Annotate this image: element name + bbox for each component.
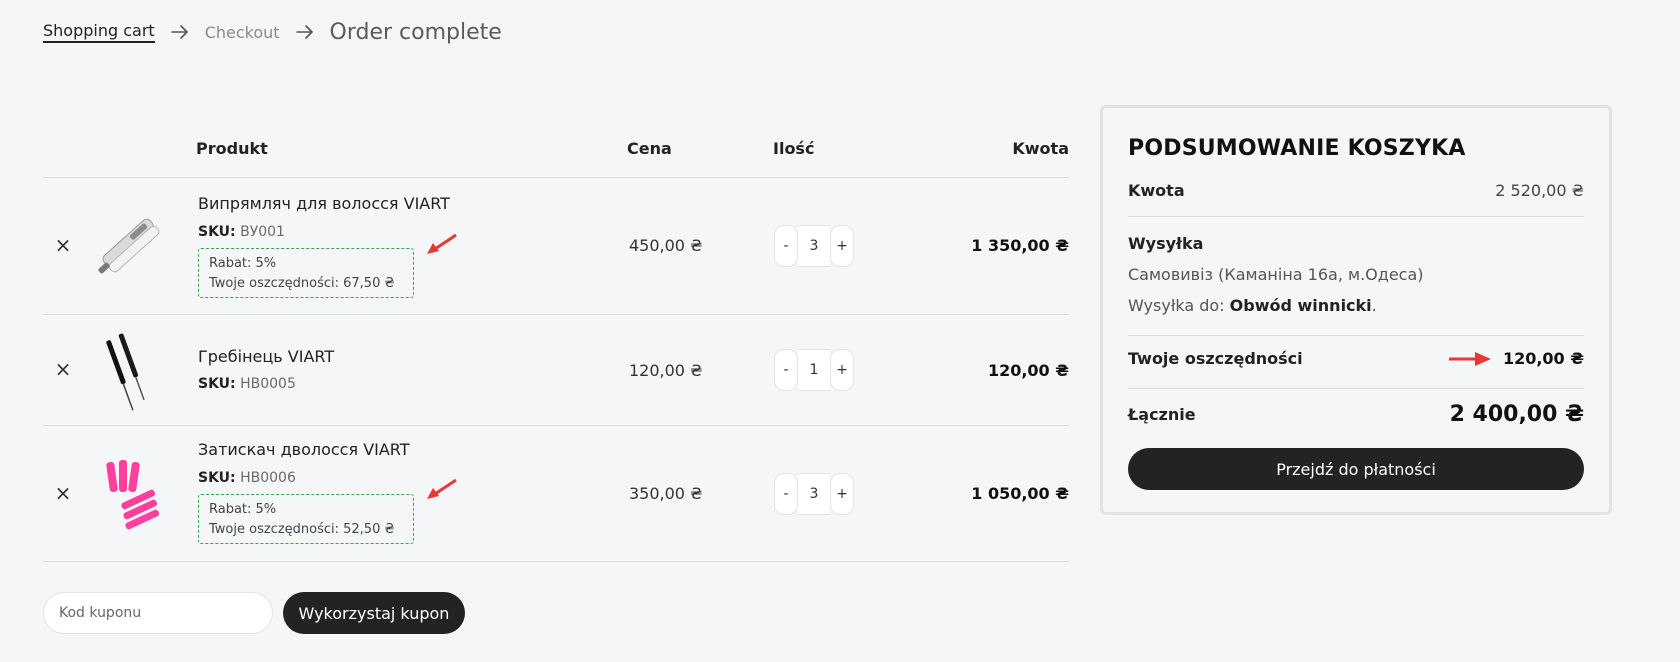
proceed-to-checkout-button[interactable]: Przejdź do płatności <box>1128 448 1584 490</box>
line-total: 1 350,00 ₴ <box>971 236 1069 255</box>
quantity-stepper: - 1 + <box>774 349 854 391</box>
arrow-right-icon <box>295 25 313 39</box>
arrow-right-icon <box>170 25 188 39</box>
quantity-input[interactable]: 3 <box>798 225 830 267</box>
quantity-input[interactable]: 3 <box>798 473 830 515</box>
remove-item-button[interactable]: × <box>53 233 73 257</box>
product-price: 450,00 ₴ <box>629 236 703 255</box>
subtotal-label: Kwota <box>1128 181 1185 200</box>
discount-box: Rabat: 5% Twoje oszczędności: 52,50 ₴ <box>198 494 414 544</box>
breadcrumb: Shopping cart Checkout Order complete <box>43 18 502 46</box>
quantity-increase-button[interactable]: + <box>830 225 854 267</box>
total-label: Łącznie <box>1128 405 1196 424</box>
product-price: 350,00 ₴ <box>629 484 703 503</box>
coupon-code-input[interactable] <box>43 592 273 634</box>
annotation-arrow-icon <box>427 478 457 499</box>
cart-row: × Випрямляч для волосся VIART SKU: ВУ001… <box>43 178 1069 315</box>
column-amount: Kwota <box>1012 139 1069 158</box>
annotation-arrow-icon <box>427 233 457 254</box>
cart-table-header: Produkt Cena Ilość Kwota <box>43 128 1069 178</box>
quantity-decrease-button[interactable]: - <box>774 225 798 267</box>
column-product: Produkt <box>196 139 268 158</box>
hair-straightener-icon <box>98 218 160 274</box>
quantity-decrease-button[interactable]: - <box>774 473 798 515</box>
column-quantity: Ilość <box>773 139 815 158</box>
shipping-destination: Wysyłka do: Obwód winnicki. <box>1128 296 1377 315</box>
remove-item-button[interactable]: × <box>53 357 73 381</box>
savings-label: Twoje oszczędności <box>1128 349 1303 368</box>
divider <box>1128 216 1584 217</box>
breadcrumb-order-complete: Order complete <box>329 19 502 45</box>
product-name[interactable]: Випрямляч для волосся VIART <box>198 194 450 213</box>
cart-summary: PODSUMOWANIE KOSZYKA Kwota 2 520,00 ₴ Wy… <box>1100 105 1612 515</box>
shipping-label: Wysyłka <box>1128 234 1204 253</box>
product-price: 120,00 ₴ <box>629 361 703 380</box>
subtotal-row: Kwota 2 520,00 ₴ <box>1128 181 1584 200</box>
quantity-decrease-button[interactable]: - <box>774 349 798 391</box>
annotation-arrow-icon <box>1448 351 1491 366</box>
product-name[interactable]: Гребінець VIART <box>198 347 334 366</box>
savings-value: 120,00 ₴ <box>1502 349 1584 368</box>
comb-icon <box>106 333 145 411</box>
discount-box: Rabat: 5% Twoje oszczędności: 67,50 ₴ <box>198 248 414 298</box>
cart-row: × Гребінець VIART SKU: HB0005 120,00 ₴ -… <box>43 315 1069 426</box>
cart-table: Produkt Cena Ilość Kwota × Випрямляч для… <box>43 128 1069 562</box>
shipping-method[interactable]: Самовивіз (Каманіна 16а, м.Одеса) <box>1128 265 1424 284</box>
discount-rate: Rabat: 5% <box>209 256 277 271</box>
product-sku: SKU: HB0006 <box>198 470 296 486</box>
breadcrumb-checkout: Checkout <box>204 22 280 42</box>
total-value: 2 400,00 ₴ <box>1449 402 1584 427</box>
quantity-input[interactable]: 1 <box>798 349 830 391</box>
apply-coupon-button[interactable]: Wykorzystaj kupon <box>283 592 465 634</box>
cart-row: × Затискач дволосся VIART SKU: HB0006 Ra… <box>43 426 1069 562</box>
quantity-stepper: - 3 + <box>774 225 854 267</box>
product-name[interactable]: Затискач дволосся VIART <box>198 440 410 459</box>
cart-summary-title: PODSUMOWANIE KOSZYKA <box>1128 136 1466 161</box>
line-total: 1 050,00 ₴ <box>971 484 1069 503</box>
breadcrumb-shopping-cart[interactable]: Shopping cart <box>43 21 155 43</box>
quantity-stepper: - 3 + <box>774 473 854 515</box>
quantity-increase-button[interactable]: + <box>830 473 854 515</box>
divider <box>1128 335 1584 336</box>
discount-rate: Rabat: 5% <box>209 502 277 517</box>
hair-clips-icon <box>106 460 160 530</box>
savings-row: Twoje oszczędności 120,00 ₴ <box>1128 349 1584 368</box>
subtotal-value: 2 520,00 ₴ <box>1495 181 1584 200</box>
divider <box>1128 388 1584 389</box>
line-total: 120,00 ₴ <box>987 361 1069 380</box>
column-price: Cena <box>627 139 672 158</box>
total-row: Łącznie 2 400,00 ₴ <box>1128 402 1584 427</box>
quantity-increase-button[interactable]: + <box>830 349 854 391</box>
discount-savings: Twoje oszczędności: 52,50 ₴ <box>209 522 395 537</box>
product-sku: SKU: HB0005 <box>198 376 296 392</box>
product-sku: SKU: ВУ001 <box>198 224 285 240</box>
discount-savings: Twoje oszczędności: 67,50 ₴ <box>209 276 395 291</box>
remove-item-button[interactable]: × <box>53 481 73 505</box>
